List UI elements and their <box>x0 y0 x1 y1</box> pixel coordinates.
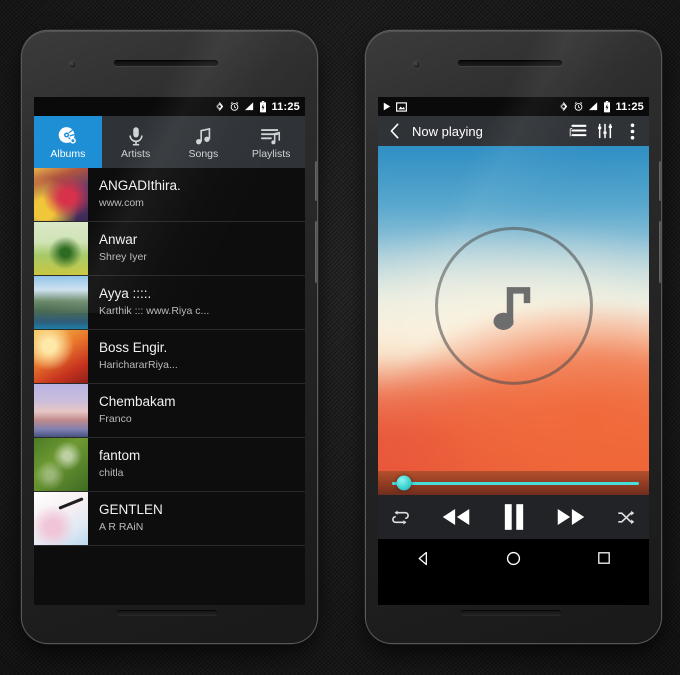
album-artwork <box>34 168 88 221</box>
album-artwork <box>34 276 88 329</box>
phone-device-left: 11:25 Albums Artists Songs Playlists ANG… <box>22 31 317 643</box>
album-artist: Franco <box>99 413 132 426</box>
shuffle-button[interactable] <box>617 509 636 526</box>
seek-thumb[interactable] <box>396 475 412 491</box>
alarm-icon <box>573 101 584 112</box>
now-playing-title: Now playing <box>412 123 483 139</box>
pause-button[interactable] <box>503 503 525 531</box>
list-item[interactable]: Boss Engir. HarichararRiya... <box>34 330 305 384</box>
album-artist: HarichararRiya... <box>99 359 178 372</box>
android-nav-bar-right <box>378 539 649 577</box>
battery-icon <box>603 100 611 113</box>
album-list[interactable]: ANGADIthira. www.com Anwar Shrey Iyer Ay… <box>34 168 305 605</box>
microphone-icon <box>125 125 147 147</box>
album-artist: www.com <box>99 197 144 210</box>
status-time-left: 11:25 <box>271 100 300 113</box>
seek-track[interactable] <box>392 475 639 491</box>
list-item[interactable]: Anwar Shrey Iyer <box>34 222 305 276</box>
album-title: Boss Engir. <box>99 340 168 356</box>
playlist-icon <box>260 125 282 147</box>
repeat-button[interactable] <box>391 509 410 526</box>
album-artwork <box>34 438 88 491</box>
list-item[interactable]: Ayya ::::. Karthik ::: www.Riya c... <box>34 276 305 330</box>
chevron-left-icon[interactable] <box>385 121 405 141</box>
nav-back-button[interactable] <box>406 541 440 575</box>
status-bar-left: 11:25 <box>34 97 305 116</box>
album-artist: Karthik ::: www.Riya c... <box>99 305 210 318</box>
tab-songs[interactable]: Songs <box>170 116 238 168</box>
alarm-icon <box>229 101 240 112</box>
tab-bar: Albums Artists Songs Playlists <box>34 116 305 168</box>
album-artwork <box>34 492 88 545</box>
volume-button[interactable] <box>659 221 661 283</box>
recents-square-icon <box>596 550 612 566</box>
volume-button[interactable] <box>315 221 317 283</box>
album-artwork <box>34 384 88 437</box>
album-disc-icon <box>56 124 79 147</box>
bottom-speaker <box>461 610 561 615</box>
power-button[interactable] <box>659 161 661 201</box>
previous-button[interactable] <box>441 507 471 527</box>
album-title: GENTLEN <box>99 502 163 518</box>
play-icon <box>383 102 391 111</box>
phone-screen-right: 11:25 Now playing <box>378 97 649 605</box>
earpiece-speaker <box>458 60 562 66</box>
tab-label: Albums <box>50 148 86 161</box>
album-artwork-large[interactable] <box>378 146 649 471</box>
playback-controls <box>378 495 649 539</box>
brightness-icon <box>558 101 569 112</box>
earpiece-speaker <box>114 60 218 66</box>
app-bar: Now playing <box>378 116 649 146</box>
album-artist: chitla <box>99 467 124 480</box>
tab-label: Playlists <box>251 147 291 160</box>
album-title: ANGADIthira. <box>99 178 181 194</box>
next-button[interactable] <box>556 507 586 527</box>
music-note-icon <box>192 125 214 147</box>
tab-label: Songs <box>188 147 219 160</box>
front-camera <box>69 61 76 68</box>
album-title: fantom <box>99 448 141 464</box>
power-button[interactable] <box>315 161 317 201</box>
front-camera <box>413 61 420 68</box>
brightness-icon <box>214 101 225 112</box>
list-item[interactable]: Chembakam Franco <box>34 384 305 438</box>
artwork-branch <box>58 497 84 510</box>
bottom-speaker <box>117 610 217 615</box>
phone-screen-left: 11:25 Albums Artists Songs Playlists ANG… <box>34 97 305 605</box>
album-artist: Shrey Iyer <box>99 251 147 264</box>
queue-list-icon[interactable] <box>568 121 588 141</box>
nav-recents-button[interactable] <box>587 541 621 575</box>
tab-albums[interactable]: Albums <box>34 116 102 168</box>
album-artwork <box>34 330 88 383</box>
list-item[interactable]: ANGADIthira. www.com <box>34 168 305 222</box>
seek-fill <box>392 481 639 485</box>
tab-label: Artists <box>121 147 151 160</box>
screenshot-icon <box>396 101 407 112</box>
music-note-icon <box>489 277 539 333</box>
nav-home-button[interactable] <box>496 541 530 575</box>
phone-device-right: 11:25 Now playing <box>366 31 661 643</box>
circle-outline-icon <box>434 226 593 385</box>
album-title: Chembakam <box>99 394 176 410</box>
signal-icon <box>588 101 599 112</box>
album-title: Anwar <box>99 232 138 248</box>
equalizer-icon[interactable] <box>595 121 615 141</box>
album-artwork <box>34 222 88 275</box>
overflow-menu-icon[interactable] <box>622 121 642 141</box>
tab-playlists[interactable]: Playlists <box>237 116 305 168</box>
status-bar-right: 11:25 <box>378 97 649 116</box>
album-title: Ayya ::::. <box>99 286 152 302</box>
home-circle-icon <box>505 550 522 567</box>
battery-icon <box>259 100 267 113</box>
list-item[interactable]: GENTLEN A R RAiN <box>34 492 305 546</box>
album-artist: A R RAiN <box>99 521 144 534</box>
signal-icon <box>244 101 255 112</box>
seek-bar[interactable] <box>378 471 649 495</box>
list-item[interactable]: fantom chitla <box>34 438 305 492</box>
back-triangle-icon <box>415 550 432 567</box>
status-time-right: 11:25 <box>615 100 644 113</box>
tab-artists[interactable]: Artists <box>102 116 170 168</box>
